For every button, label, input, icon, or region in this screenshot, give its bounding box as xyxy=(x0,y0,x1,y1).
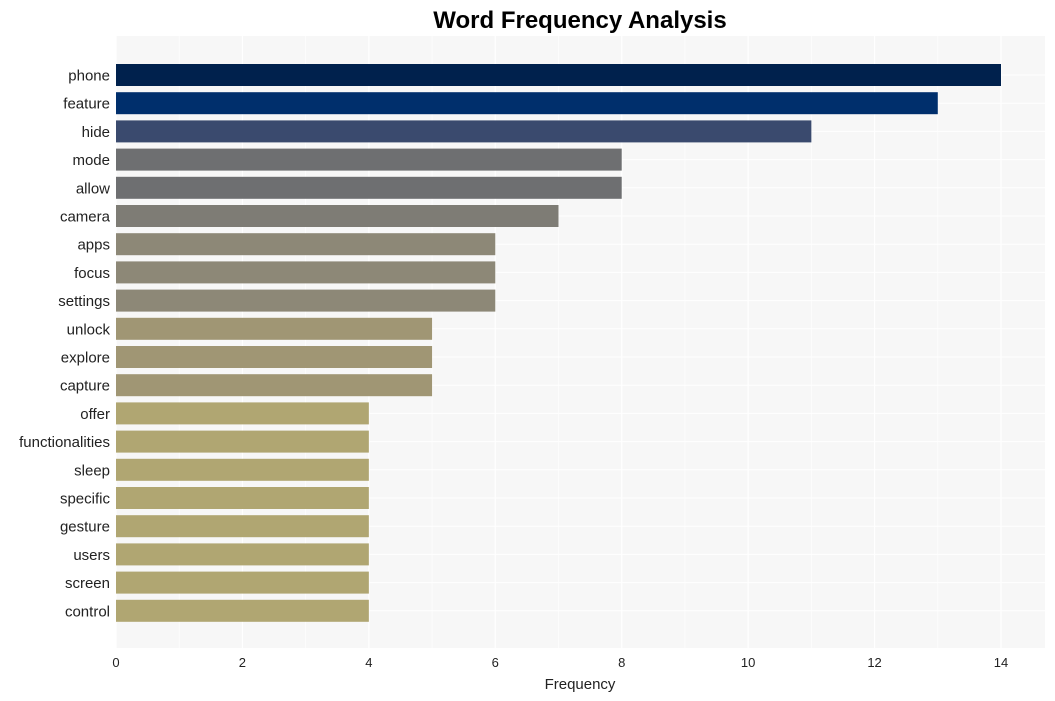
bar-offer xyxy=(116,402,369,425)
category-label-allow: allow xyxy=(76,180,110,197)
category-label-users: users xyxy=(73,547,110,564)
bar-capture xyxy=(116,374,433,397)
category-label-capture: capture xyxy=(60,378,110,395)
bar-gesture xyxy=(116,515,369,538)
x-tick-label: 10 xyxy=(741,655,755,670)
bar-sleep xyxy=(116,458,369,481)
bar-explore xyxy=(116,346,433,368)
category-label-sleep: sleep xyxy=(74,462,110,479)
category-label-gesture: gesture xyxy=(60,519,110,536)
x-tick-label: 2 xyxy=(239,655,246,670)
category-label-camera: camera xyxy=(60,209,111,226)
x-axis-ticks: 0 2 4 6 8 10 12 14 xyxy=(112,655,1008,670)
category-label-phone: phone xyxy=(68,68,110,85)
category-label-functionalities: functionalities xyxy=(19,434,110,451)
bar-users xyxy=(116,543,369,566)
category-label-offer: offer xyxy=(80,406,110,423)
bar-functionalities xyxy=(116,430,369,453)
bar-focus xyxy=(116,261,496,284)
bar-hide xyxy=(116,120,812,143)
category-label-hide: hide xyxy=(82,124,110,141)
bar-specific xyxy=(116,487,369,509)
bar-feature xyxy=(116,92,938,115)
word-frequency-chart: phone feature hide mode allow camera apps focus… xyxy=(19,7,1045,693)
bar-apps xyxy=(116,233,496,256)
bar-screen xyxy=(116,571,369,594)
category-label-apps: apps xyxy=(77,237,110,254)
x-tick-label: 14 xyxy=(994,655,1008,670)
category-label-control: control xyxy=(65,603,110,620)
bar-control xyxy=(116,599,369,622)
category-label-focus: focus xyxy=(74,265,110,282)
x-tick-label: 12 xyxy=(867,655,881,670)
category-label-explore: explore xyxy=(61,350,110,367)
chart-title: Word Frequency Analysis xyxy=(433,7,726,34)
x-tick-label: 8 xyxy=(618,655,625,670)
x-tick-label: 6 xyxy=(492,655,499,670)
category-labels: phone feature hide mode allow camera apps focus… xyxy=(19,68,111,621)
category-label-mode: mode xyxy=(72,152,110,169)
category-label-screen: screen xyxy=(65,575,110,592)
category-label-unlock: unlock xyxy=(67,321,111,338)
x-axis-label: Frequency xyxy=(545,676,616,693)
bar-mode xyxy=(116,148,622,171)
category-label-feature: feature xyxy=(63,96,110,113)
bar-unlock xyxy=(116,317,433,340)
bar-allow xyxy=(116,176,622,199)
category-label-specific: specific xyxy=(60,491,111,508)
bar-camera xyxy=(116,205,559,227)
bar-settings xyxy=(116,289,496,312)
bar-phone xyxy=(116,64,1001,86)
x-tick-label: 4 xyxy=(365,655,372,670)
x-tick-label: 0 xyxy=(112,655,119,670)
category-label-settings: settings xyxy=(58,293,110,310)
